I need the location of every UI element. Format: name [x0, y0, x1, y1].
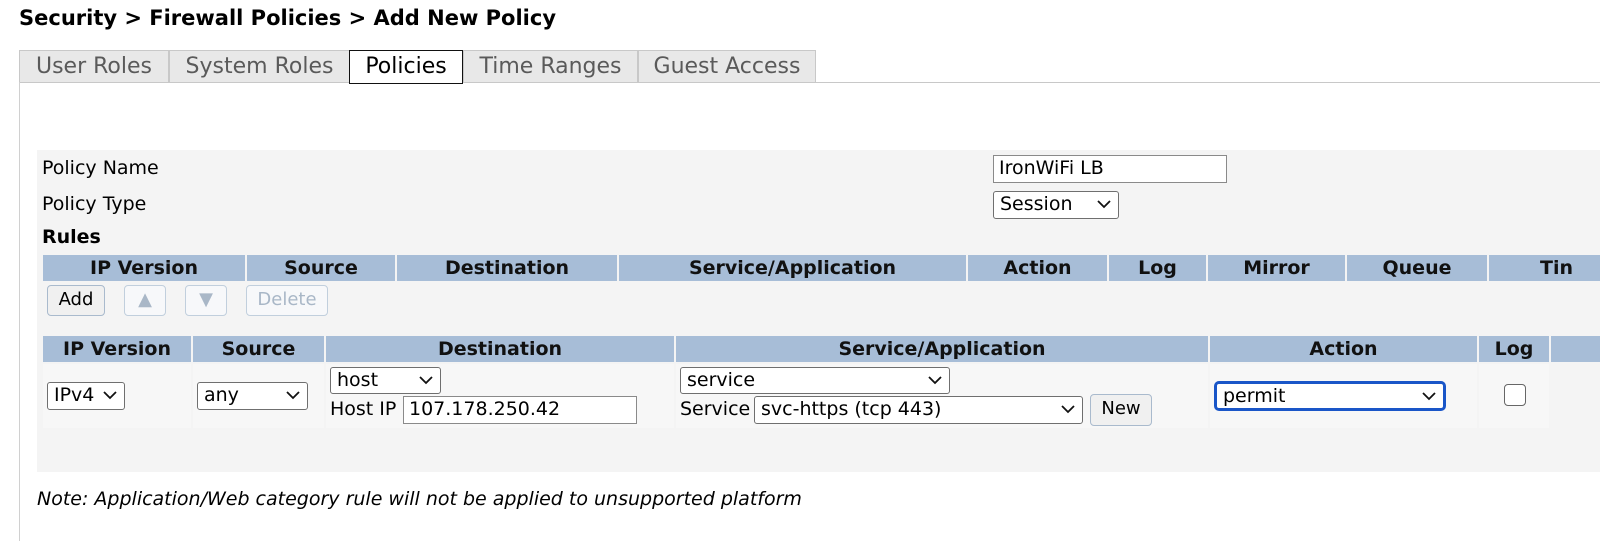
rules-title: Rules	[42, 226, 101, 248]
editor-col-extra	[1551, 336, 1600, 362]
policy-type-value: Session	[1000, 193, 1073, 215]
destination-type-select[interactable]: host	[330, 367, 441, 394]
tab-divider	[19, 82, 1600, 83]
source-value: any	[204, 384, 239, 406]
new-service-button[interactable]: New	[1090, 394, 1152, 426]
chevron-down-icon	[928, 376, 942, 385]
tab-policies[interactable]: Policies	[349, 50, 463, 84]
service-value: svc-https (tcp 443)	[761, 398, 942, 420]
move-down-button[interactable]: ▼	[185, 285, 227, 316]
policy-type-select[interactable]: Session	[993, 191, 1119, 219]
service-type-value: service	[687, 369, 756, 391]
rules-col-time: Tin	[1489, 255, 1600, 281]
add-rule-button[interactable]: Add	[47, 285, 105, 316]
source-select[interactable]: any	[197, 382, 308, 410]
service-select[interactable]: svc-https (tcp 443)	[754, 396, 1083, 424]
ip-version-select[interactable]: IPv4	[47, 382, 125, 410]
rules-col-service: Service/Application	[619, 255, 966, 281]
chevron-down-icon	[1422, 392, 1436, 401]
breadcrumb: Security > Firewall Policies > Add New P…	[19, 6, 557, 30]
chevron-down-icon	[286, 391, 300, 400]
destination-type-value: host	[337, 369, 379, 391]
editor-col-destination: Destination	[326, 336, 674, 362]
tab-system-roles[interactable]: System Roles	[169, 50, 350, 83]
ip-version-value: IPv4	[54, 384, 95, 406]
action-select[interactable]: permit	[1214, 381, 1446, 411]
rules-col-destination: Destination	[397, 255, 617, 281]
editor-col-source: Source	[193, 336, 324, 362]
rules-col-mirror: Mirror	[1208, 255, 1345, 281]
host-ip-input[interactable]: 107.178.250.42	[403, 396, 637, 424]
chevron-down-icon	[419, 376, 433, 385]
content-border	[19, 82, 20, 541]
rules-col-action: Action	[968, 255, 1107, 281]
tab-time-ranges[interactable]: Time Ranges	[463, 50, 638, 83]
editor-col-action: Action	[1210, 336, 1477, 362]
platform-note: Note: Application/Web category rule will…	[37, 488, 802, 510]
policy-name-input[interactable]: IronWiFi LB	[993, 155, 1227, 183]
chevron-down-icon	[1097, 200, 1111, 209]
chevron-down-icon	[1061, 405, 1075, 414]
rules-col-ip-version: IP Version	[43, 255, 245, 281]
rules-col-queue: Queue	[1347, 255, 1487, 281]
log-checkbox[interactable]	[1504, 384, 1526, 406]
host-ip-label: Host IP	[330, 398, 397, 420]
delete-rule-button[interactable]: Delete	[246, 285, 328, 316]
rules-col-log: Log	[1109, 255, 1206, 281]
chevron-down-icon	[103, 391, 117, 400]
service-type-select[interactable]: service	[680, 367, 950, 394]
editor-col-log: Log	[1479, 336, 1549, 362]
service-label: Service	[680, 398, 751, 420]
tab-guest-access[interactable]: Guest Access	[638, 50, 816, 83]
policy-type-label: Policy Type	[42, 193, 147, 215]
tab-user-roles[interactable]: User Roles	[19, 50, 169, 83]
editor-col-ip-version: IP Version	[43, 336, 191, 362]
action-value: permit	[1223, 385, 1286, 407]
editor-col-service: Service/Application	[676, 336, 1208, 362]
policy-name-label: Policy Name	[42, 157, 159, 179]
move-up-button[interactable]: ▲	[124, 285, 166, 316]
rules-col-source: Source	[247, 255, 395, 281]
